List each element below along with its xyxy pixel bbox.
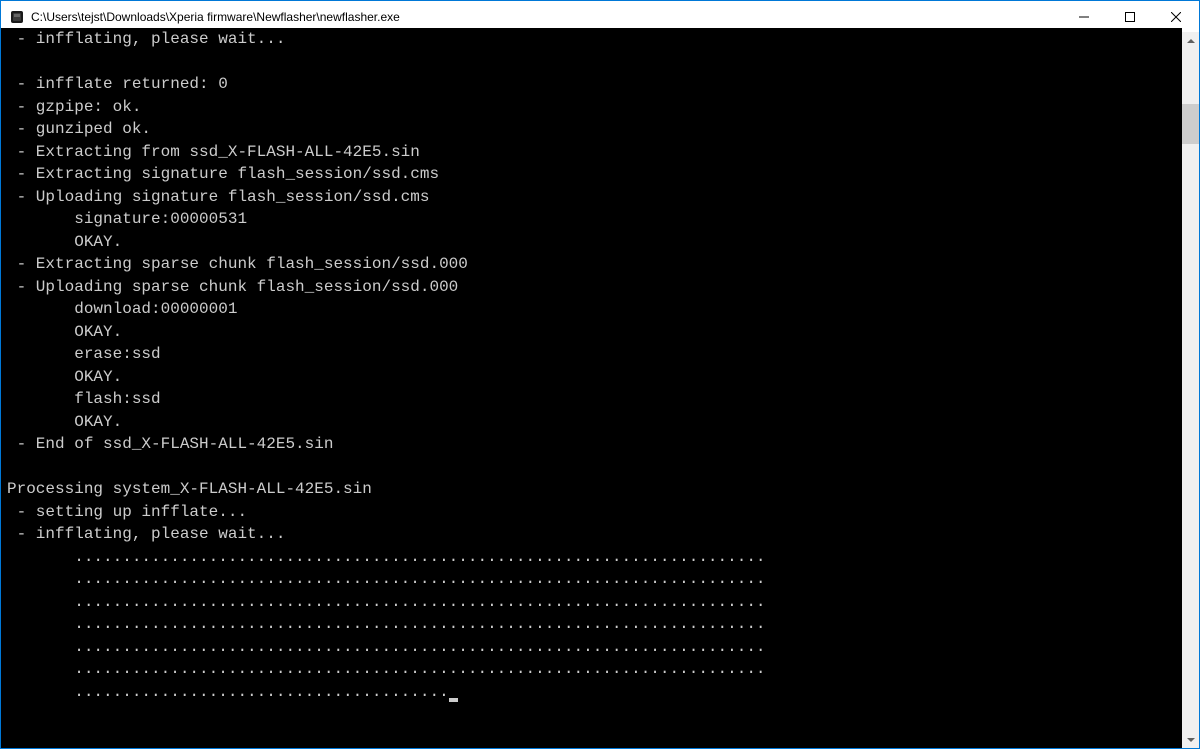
scroll-track[interactable] <box>1182 49 1199 731</box>
minimize-icon <box>1079 12 1089 22</box>
close-icon <box>1171 12 1181 22</box>
app-icon <box>9 9 25 25</box>
application-window: C:\Users\tejst\Downloads\Xperia firmware… <box>0 0 1200 749</box>
window-title: C:\Users\tejst\Downloads\Xperia firmware… <box>31 10 1061 24</box>
maximize-icon <box>1125 12 1135 22</box>
console-area: - infflating, please wait... - infflate … <box>1 32 1199 748</box>
console-output[interactable]: - infflating, please wait... - infflate … <box>1 28 1182 748</box>
text-cursor <box>449 698 458 702</box>
chevron-up-icon <box>1187 39 1195 43</box>
scroll-thumb[interactable] <box>1182 104 1199 144</box>
chevron-down-icon <box>1187 738 1195 742</box>
vertical-scrollbar[interactable] <box>1182 32 1199 748</box>
scroll-up-button[interactable] <box>1182 32 1199 49</box>
scroll-down-button[interactable] <box>1182 731 1199 748</box>
